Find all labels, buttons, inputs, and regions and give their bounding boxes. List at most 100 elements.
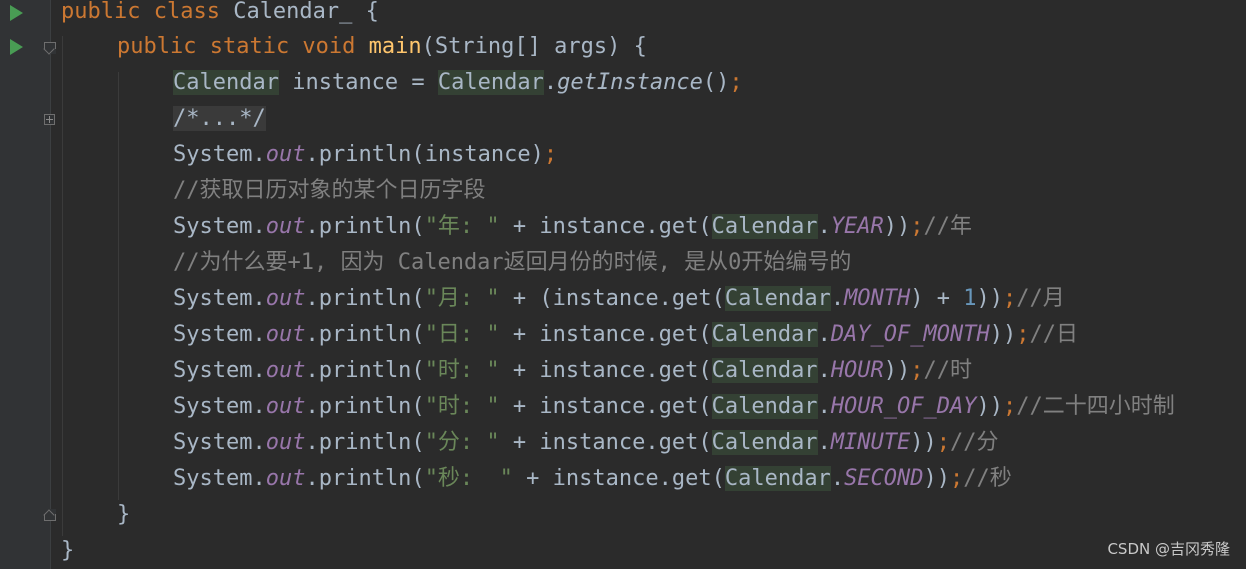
semicolon: ;	[910, 358, 924, 383]
string-literal: "时: "	[424, 394, 500, 419]
code-text: .println(	[305, 430, 425, 455]
method-call: getInstance	[557, 70, 703, 95]
code-text: ()	[702, 70, 730, 95]
code-text: System.	[173, 430, 266, 455]
comment: //为什么要+1, 因为 Calendar返回月份的时候, 是从0开始编号的	[173, 250, 852, 275]
comment: //获取日历对象的某个日历字段	[173, 178, 486, 203]
constant: DAY_OF_MONTH	[830, 322, 990, 347]
code-text: .	[817, 394, 831, 419]
constant: HOUR	[830, 358, 884, 383]
code-text: + (instance.get(	[499, 286, 725, 311]
semicolon: ;	[1003, 286, 1017, 311]
editor-gutter	[0, 0, 56, 569]
code-line-hour-of-day: System.out.println("时: " + instance.get(…	[173, 389, 1175, 425]
string-literal: "分: "	[424, 430, 500, 455]
keyword: public class	[61, 0, 220, 24]
comment: //年	[923, 214, 973, 239]
code-text: .println(	[305, 322, 425, 347]
code-text: System.	[173, 214, 266, 239]
code-text: .println(	[305, 358, 425, 383]
code-text: .	[817, 322, 831, 347]
comment: //日	[1029, 322, 1079, 347]
indent-guide	[118, 72, 119, 500]
code-line-second: System.out.println("秒: " + instance.get(…	[173, 461, 1012, 497]
code-text: ))	[923, 466, 951, 491]
field-out: out	[265, 142, 306, 167]
code-text: ))	[976, 286, 1004, 311]
code-text: .println(	[305, 142, 425, 167]
code-text: ))	[989, 322, 1017, 347]
code-text: .println(	[305, 466, 425, 491]
closing-brace: }	[61, 538, 75, 563]
comment: //二十四小时制	[1016, 394, 1175, 419]
code-text: + instance.get(	[512, 466, 725, 491]
code-line-print-instance: System.out.println(instance);	[173, 137, 557, 173]
code-text: System.	[173, 142, 266, 167]
code-line-comment: //获取日历对象的某个日历字段	[173, 173, 486, 209]
comment: //时	[923, 358, 973, 383]
semicolon: ;	[936, 430, 951, 455]
code-line-year: System.out.println("年: " + instance.get(…	[173, 209, 972, 245]
code-line-class-declaration: public class Calendar_ {	[61, 0, 379, 30]
code-text: .println(	[305, 286, 425, 311]
code-text: System.	[173, 466, 266, 491]
class-name: Calendar_ {	[219, 0, 379, 24]
type-name: Calendar	[711, 214, 818, 239]
type-name: Calendar	[711, 430, 818, 455]
fold-end-icon[interactable]	[44, 509, 56, 521]
method-signature: (String[] args) {	[421, 34, 647, 59]
code-line-main-method: public static void main(String[] args) {	[117, 29, 647, 65]
type-name: Calendar	[437, 70, 544, 95]
code-text: .println(	[305, 214, 425, 239]
code-text: + instance.get(	[499, 358, 712, 383]
code-line-day: System.out.println("日: " + instance.get(…	[173, 317, 1078, 353]
semicolon: ;	[950, 466, 964, 491]
method-name: main	[368, 34, 422, 59]
string-literal: "秒: "	[424, 466, 513, 491]
field-out: out	[265, 214, 306, 239]
code-text: System.	[173, 286, 266, 311]
comment: //秒	[963, 466, 1012, 491]
code-text: System.	[173, 394, 266, 419]
field-out: out	[265, 466, 306, 491]
code-text: .	[817, 430, 831, 455]
field-out: out	[265, 286, 306, 311]
folded-comment[interactable]: /*...*/	[173, 106, 266, 131]
code-line-minute: System.out.println("分: " + instance.get(…	[173, 425, 999, 461]
keyword: public static void	[117, 34, 356, 59]
code-text: ))	[883, 214, 911, 239]
run-main-icon[interactable]	[10, 39, 23, 55]
expand-comment-icon[interactable]	[44, 114, 55, 125]
type-name: Calendar	[711, 358, 818, 383]
constant: MONTH	[844, 286, 911, 311]
type-name: Calendar	[711, 394, 818, 419]
code-text: instance =	[278, 70, 438, 95]
code-line-get-instance: Calendar instance = Calendar.getInstance…	[173, 65, 743, 101]
string-literal: "年: "	[424, 214, 500, 239]
code-text: .	[817, 214, 831, 239]
fold-method-icon[interactable]	[44, 42, 56, 54]
type-name: Calendar	[724, 466, 831, 491]
constant: SECOND	[844, 466, 924, 491]
constant: HOUR_OF_DAY	[830, 394, 977, 419]
type-name: Calendar	[724, 286, 831, 311]
code-line-month: System.out.println("月: " + (instance.get…	[173, 281, 1065, 317]
number-literal: 1	[963, 286, 977, 311]
code-text: ))	[910, 430, 937, 455]
type-name: Calendar	[173, 70, 279, 95]
field-out: out	[265, 394, 306, 419]
code-text: .println(	[305, 394, 425, 419]
field-out: out	[265, 358, 306, 383]
code-text: instance)	[424, 142, 544, 167]
code-text: ))	[883, 358, 911, 383]
semicolon: ;	[729, 70, 743, 95]
code-text: + instance.get(	[499, 430, 712, 455]
run-class-icon[interactable]	[10, 5, 23, 21]
field-out: out	[265, 430, 306, 455]
comment: //分	[950, 430, 999, 455]
string-literal: "月: "	[424, 286, 500, 311]
semicolon: ;	[910, 214, 924, 239]
string-literal: "日: "	[424, 322, 500, 347]
code-text: System.	[173, 358, 266, 383]
indent-guide	[62, 36, 63, 536]
